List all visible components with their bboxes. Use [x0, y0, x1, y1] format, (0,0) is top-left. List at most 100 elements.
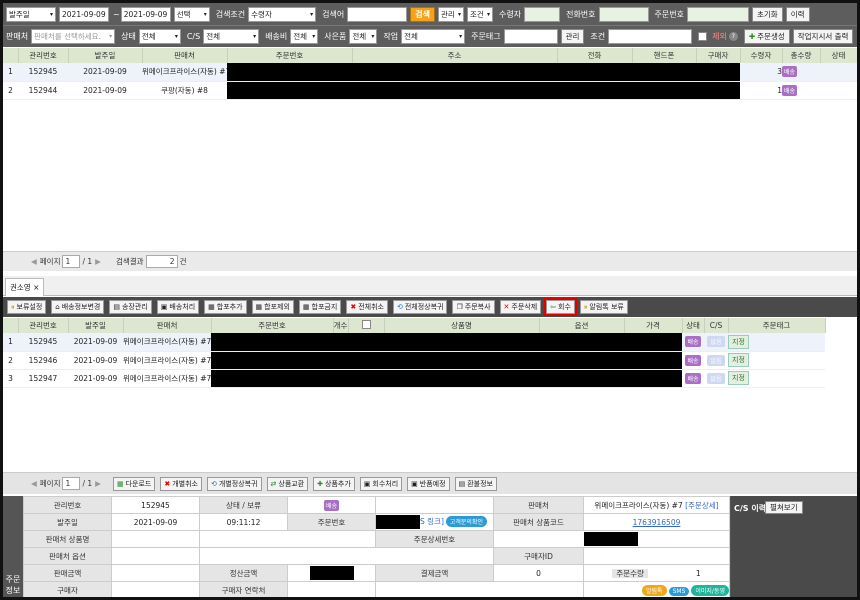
manage-select[interactable]: 관리 ▾	[437, 6, 464, 22]
retrieve-process-button[interactable]: ▣ 회수처리	[359, 476, 403, 491]
col-header[interactable]: 핸드폰	[632, 48, 697, 63]
search-cond-select[interactable]: 수령자 ▾	[248, 6, 317, 22]
notify-hold-button[interactable]: ⏸ 알림톡 보류	[579, 300, 628, 314]
date-from-input[interactable]: 2021-09-09	[59, 6, 109, 22]
cell-seller: 위메이크프라이스(자동) #7	[123, 369, 211, 388]
merge-block-button[interactable]: ▦ 합포금지	[298, 300, 342, 314]
print-button[interactable]: 작업지시서 출력	[792, 29, 854, 44]
phone-input[interactable]	[598, 6, 649, 22]
tag-label: 주문태그	[471, 32, 501, 41]
order-no-input[interactable]	[686, 6, 749, 22]
cs-select[interactable]: 전체 ▾	[203, 29, 260, 44]
col-header[interactable]: 주문태그	[728, 318, 826, 333]
hold-button[interactable]: ⏸ 보류설정	[7, 300, 47, 314]
table-row[interactable]: 1 152945 2021-09-09 위메이크프라이스(자동) #7 배송 없…	[3, 333, 825, 352]
status-select[interactable]: 전체 ▾	[138, 29, 181, 44]
ship-info-change-button[interactable]: ⌂ 배송정보변경	[51, 300, 105, 314]
col-header[interactable]: C/S	[704, 318, 729, 333]
page-total: / 1	[82, 479, 93, 488]
status-badge: 배송	[782, 66, 798, 78]
gift-select[interactable]: 전체 ▾	[349, 29, 378, 44]
col-header[interactable]: 수령자	[740, 48, 783, 63]
tab-customer[interactable]: 권소영 ×	[5, 278, 45, 296]
refund-info-button[interactable]: ▤ 환불정보	[454, 476, 497, 491]
page-input[interactable]: 1	[62, 477, 81, 490]
table-row[interactable]: 2 152946 2021-09-09 위메이크프라이스(자동) #7 배송 없…	[3, 351, 825, 370]
next-page-icon[interactable]: ▶	[95, 257, 101, 266]
notify-talk-button[interactable]: 알림톡	[642, 584, 667, 596]
col-header[interactable]: 총수량	[782, 48, 821, 63]
col-header[interactable]: 관리번호	[18, 318, 69, 333]
col-header[interactable]: 발주일	[68, 318, 124, 333]
item-restore-button[interactable]: ⟲ 개별정상복귀	[206, 476, 262, 491]
col-header[interactable]: 발주일	[68, 48, 143, 63]
col-header[interactable]: 주문번호	[211, 318, 334, 333]
history-button[interactable]: 이력	[785, 6, 810, 22]
col-header[interactable]: 옵션	[539, 318, 625, 333]
tag-input[interactable]	[503, 29, 558, 44]
merge-remove-button[interactable]: ▦ 합포제외	[251, 300, 294, 314]
date-to-input[interactable]: 2021-09-09	[120, 6, 171, 22]
work-select[interactable]: 전체 ▾	[401, 29, 466, 44]
col-header[interactable]: 주문번호	[227, 48, 353, 63]
cond-input[interactable]	[608, 29, 693, 44]
sms-button[interactable]: SMS	[668, 586, 690, 596]
table-row[interactable]: 1 152945 2021-09-09 위메이크프라이스(자동) #7 3 배송	[3, 63, 857, 82]
seller-select[interactable]: 판매처를 선택하세요. ▾	[31, 29, 116, 44]
period-select[interactable]: 선택 ▾	[173, 6, 210, 22]
ship-process-button[interactable]: ▣ 배송처리	[156, 300, 200, 314]
col-header[interactable]: 주소	[352, 48, 558, 63]
table-row[interactable]: 2 152944 2021-09-09 쿠팡(자동) #8 1 배송	[3, 81, 857, 100]
keyword-input[interactable]	[347, 6, 408, 22]
cancel-all-button[interactable]: ✖ 전체취소	[346, 300, 388, 314]
reset-button[interactable]: 초기화	[751, 6, 783, 22]
return-plan-button[interactable]: ▣ 반품예정	[407, 476, 450, 491]
copy-order-button[interactable]: ❐ 주문복사	[452, 300, 495, 314]
order-link[interactable]: S 링크]	[420, 517, 444, 526]
retrieve-button[interactable]: ⇦ 회수	[544, 298, 577, 316]
col-header[interactable]: 상품명	[384, 318, 540, 333]
invoice-button[interactable]: ▤ 송장관리	[109, 300, 152, 314]
col-header[interactable]: 판매처	[142, 48, 228, 63]
receiver-input[interactable]	[524, 6, 561, 22]
select-all-checkbox[interactable]	[361, 320, 371, 329]
order-detail-link[interactable]: [주문상세]	[685, 501, 718, 510]
tag-badge[interactable]: 지정	[728, 334, 749, 349]
redacted-block	[111, 547, 200, 565]
create-order-button[interactable]: ✚ 주문생성	[743, 29, 790, 44]
table-row[interactable]: 3 152947 2021-09-09 위메이크프라이스(자동) #7 배송 없…	[3, 369, 825, 388]
media-button[interactable]: 이미지/동영	[691, 584, 729, 596]
add-product-button[interactable]: ✚ 상품추가	[313, 476, 355, 491]
col-header[interactable]: 구매자	[696, 48, 741, 63]
close-icon[interactable]: ×	[33, 283, 39, 292]
prev-page-icon[interactable]: ◀	[31, 257, 37, 266]
col-header[interactable]: 관리번호	[18, 48, 69, 63]
page-input[interactable]: 1	[62, 255, 81, 268]
restore-all-button[interactable]: ⟲ 전체정상복귀	[392, 300, 448, 314]
col-header[interactable]: 전화	[557, 48, 633, 63]
delete-order-button[interactable]: ✕ 주문삭제	[499, 300, 542, 314]
help-icon[interactable]: ?	[728, 32, 738, 41]
download-button[interactable]: ▦ 다운로드	[112, 476, 156, 491]
value-prod-code[interactable]: 1763916509	[633, 518, 681, 527]
exchange-button[interactable]: ⇄ 상품교환	[266, 476, 309, 491]
ship-select[interactable]: 전체 ▾	[290, 29, 319, 44]
next-page-icon[interactable]: ▶	[95, 479, 101, 488]
tag-badge[interactable]: 지정	[728, 371, 749, 385]
search-button[interactable]: 검색	[410, 6, 435, 22]
tag-manage-button[interactable]: 관리	[560, 29, 585, 44]
col-header[interactable]: 가격	[624, 318, 683, 333]
prev-page-icon[interactable]: ◀	[31, 479, 37, 488]
col-header[interactable]: 판매처	[123, 318, 212, 333]
confirm-button[interactable]: 고객문의확인	[445, 516, 487, 527]
cs-expand-button[interactable]: 펼쳐보기	[765, 501, 803, 514]
merge-add-button[interactable]: ▦ 합포추가	[204, 300, 247, 314]
tag-badge[interactable]: 지정	[728, 353, 749, 367]
date-type-select[interactable]: 발주일 ▾	[6, 6, 56, 22]
col-header[interactable]: 상태	[820, 48, 857, 63]
col-header[interactable]: 개수	[333, 318, 349, 333]
cond-select[interactable]: 조건 ▾	[466, 6, 493, 22]
except-checkbox[interactable]	[698, 32, 708, 41]
col-header[interactable]: 상태	[682, 318, 705, 333]
item-cancel-button[interactable]: ✖ 개별취소	[160, 476, 202, 491]
